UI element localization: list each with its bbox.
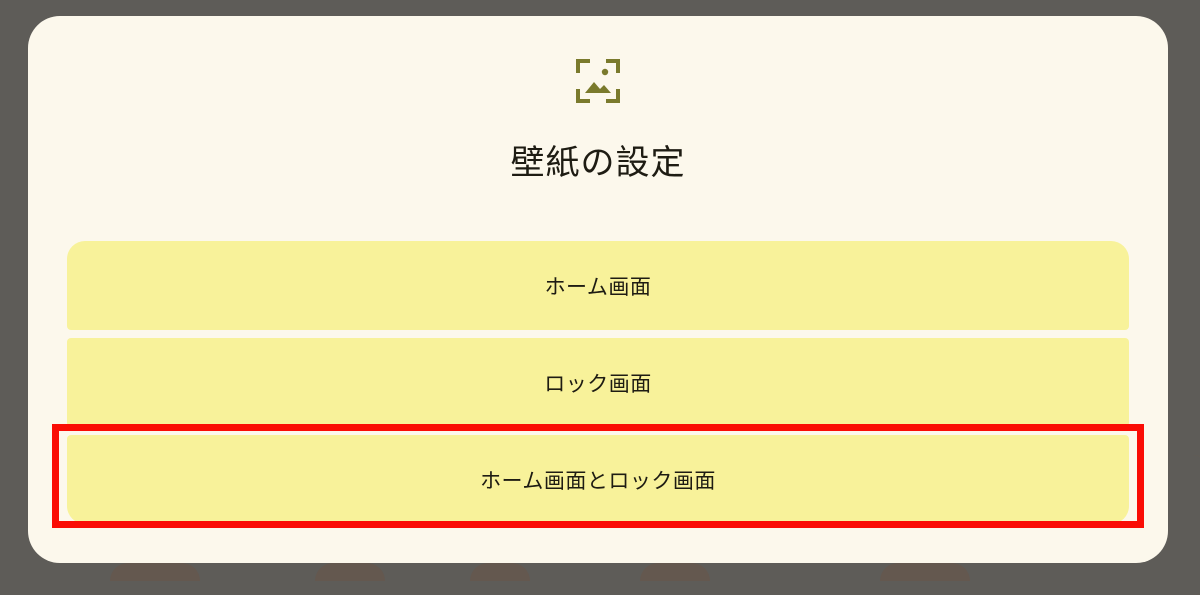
wallpaper-shape [640, 563, 710, 581]
wallpaper-shape [315, 563, 385, 581]
dialog-title: 壁紙の設定 [510, 143, 686, 183]
lock-screen-option[interactable]: ロック画面 [67, 338, 1129, 427]
option-label: ロック画面 [544, 371, 652, 396]
home-screen-option[interactable]: ホーム画面 [67, 241, 1129, 330]
home-and-lock-screen-option[interactable]: ホーム画面とロック画面 [67, 435, 1129, 524]
wallpaper-line [1172, 455, 1200, 595]
wallpaper-shape [110, 563, 200, 581]
wallpaper-icon [575, 58, 621, 104]
wallpaper-shape [880, 563, 970, 581]
wallpaper-shape [470, 563, 530, 581]
option-label: ホーム画面とロック画面 [480, 468, 716, 493]
option-label: ホーム画面 [544, 274, 652, 299]
wallpaper-dialog: 壁紙の設定 ホーム画面 ロック画面 ホーム画面とロック画面 [28, 16, 1168, 563]
